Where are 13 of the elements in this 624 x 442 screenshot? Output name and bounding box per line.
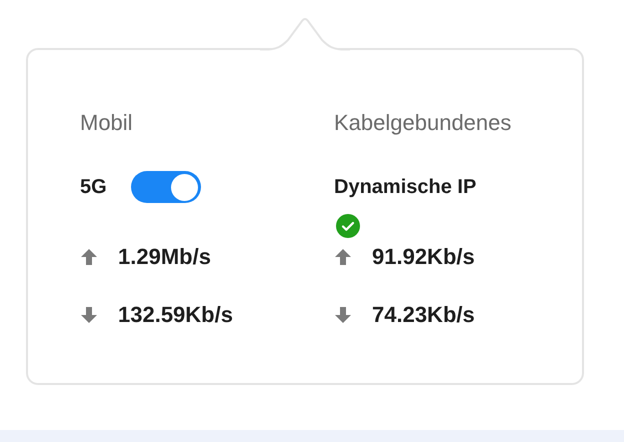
network-label: 5G	[80, 175, 107, 200]
upload-speed: 91.92Kb/s	[372, 244, 475, 270]
connection-mode: Dynamische IP	[334, 175, 476, 200]
network-toggle[interactable]	[130, 171, 201, 203]
upload-speed: 1.29Mb/s	[118, 244, 211, 270]
section-title: Kabelgebundenes	[334, 110, 512, 136]
section-title: Mobil	[80, 110, 134, 136]
download-speed: 74.23Kb/s	[372, 302, 475, 328]
upload-arrow-icon	[334, 248, 352, 266]
download-arrow-icon	[80, 306, 98, 324]
download-speed: 132.59Kb/s	[118, 302, 233, 328]
download-arrow-icon	[334, 306, 352, 324]
upload-arrow-icon	[80, 248, 98, 266]
